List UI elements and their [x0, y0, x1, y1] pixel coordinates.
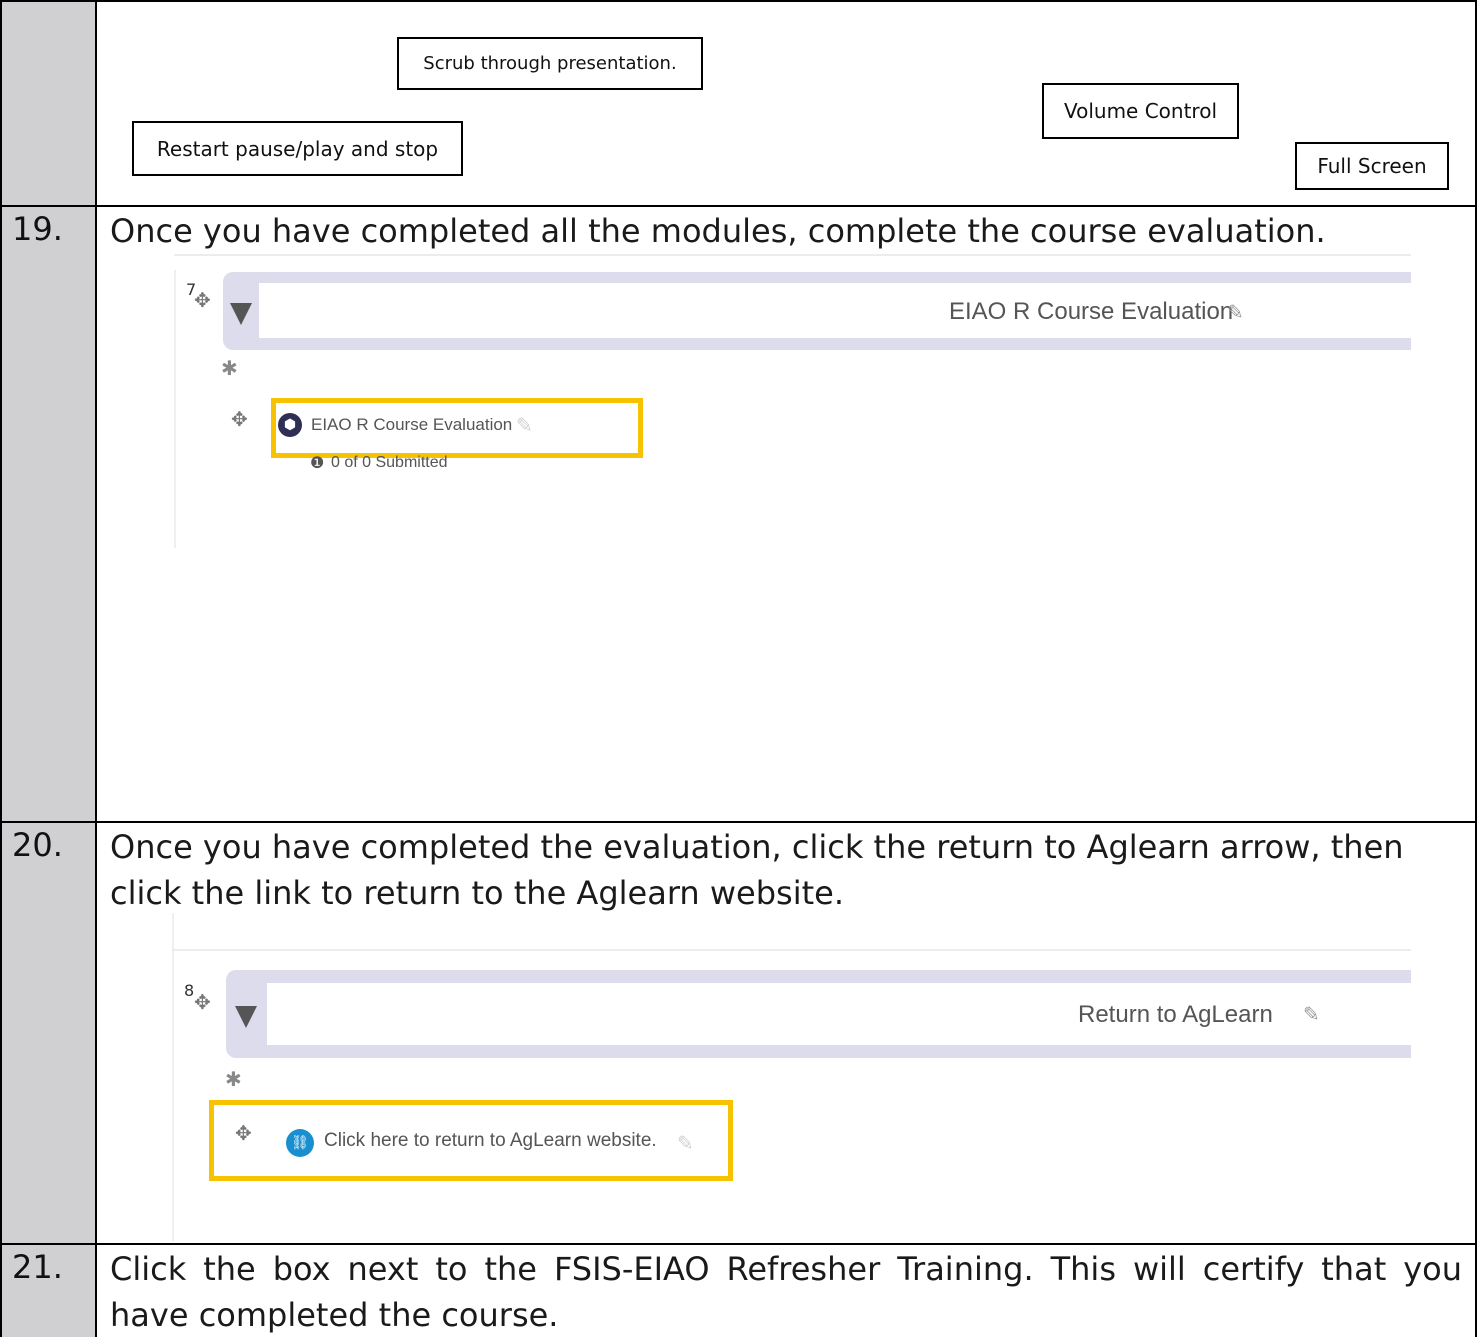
move-icon[interactable]: ✥: [194, 288, 211, 312]
info-icon: ❶: [310, 455, 325, 472]
feedback-icon: ⬢: [278, 413, 302, 437]
move-icon[interactable]: ✥: [235, 1121, 252, 1145]
pencil-icon[interactable]: ✎: [516, 413, 533, 437]
pencil-icon[interactable]: ✎: [1303, 1002, 1320, 1026]
callout-scrub: Scrub through presentation.: [397, 37, 703, 90]
activity-link[interactable]: EIAO R Course Evaluation: [311, 415, 512, 435]
callout-scrub-label: Scrub through presentation.: [423, 53, 677, 74]
step-number-column: [0, 0, 96, 1337]
activity-link[interactable]: Click here to return to AgLearn website.: [324, 1130, 657, 1152]
section-header[interactable]: EIAO R Course Evaluation ✎: [223, 272, 1411, 350]
table-border-left: [0, 0, 2, 1337]
course-section-screenshot: 7 ✥ EIAO R Course Evaluation ✎ ✱ ✥ ⬢ EIA…: [174, 250, 1411, 550]
divider: [174, 270, 176, 548]
course-section-screenshot: 8 ✥ Return to AgLearn ✎ ✱ ✥ ⛓ Click here…: [172, 913, 1411, 1241]
step-number: 19.: [12, 210, 63, 248]
section-header[interactable]: Return to AgLearn ✎: [226, 970, 1411, 1058]
column-divider: [95, 0, 97, 1337]
step-instruction: Click the box next to the FSIS-EIAO Refr…: [110, 1250, 1462, 1334]
callout-restart-label: Restart pause/play and stop: [156, 136, 439, 161]
gear-icon[interactable]: ✱: [225, 1067, 242, 1091]
collapse-triangle-icon[interactable]: [235, 1006, 257, 1028]
pencil-icon[interactable]: ✎: [1227, 300, 1244, 324]
row-divider: [0, 1243, 1477, 1245]
callout-restart: Restart pause/play and stop: [132, 121, 463, 176]
callout-volume: Volume Control: [1042, 83, 1239, 139]
collapse-triangle-icon[interactable]: [230, 303, 252, 325]
step-number: 21.: [12, 1248, 63, 1286]
section-title: EIAO R Course Evaluation: [949, 298, 1234, 325]
section-number: 8: [184, 981, 195, 1000]
step-instruction: Once you have completed the evaluation, …: [110, 828, 1404, 912]
divider: [172, 913, 174, 1241]
submission-status: 0 of 0 Submitted: [331, 454, 448, 471]
pencil-icon[interactable]: ✎: [677, 1131, 694, 1155]
step-instruction: Once you have completed all the modules,…: [110, 212, 1326, 250]
callout-fullscreen-label: Full Screen: [1317, 154, 1427, 178]
table-border-top: [0, 0, 1477, 2]
link-icon: ⛓: [286, 1129, 314, 1157]
step-number: 20.: [12, 826, 63, 864]
section-title: Return to AgLearn: [1078, 1001, 1273, 1028]
divider: [174, 254, 1411, 256]
gear-icon[interactable]: ✱: [221, 356, 238, 380]
move-icon[interactable]: ✥: [194, 990, 211, 1014]
row-divider: [0, 205, 1477, 207]
divider: [172, 949, 1411, 951]
callout-volume-label: Volume Control: [1063, 99, 1218, 123]
row-divider: [0, 821, 1477, 823]
callout-fullscreen: Full Screen: [1295, 142, 1449, 190]
move-icon[interactable]: ✥: [231, 407, 248, 431]
